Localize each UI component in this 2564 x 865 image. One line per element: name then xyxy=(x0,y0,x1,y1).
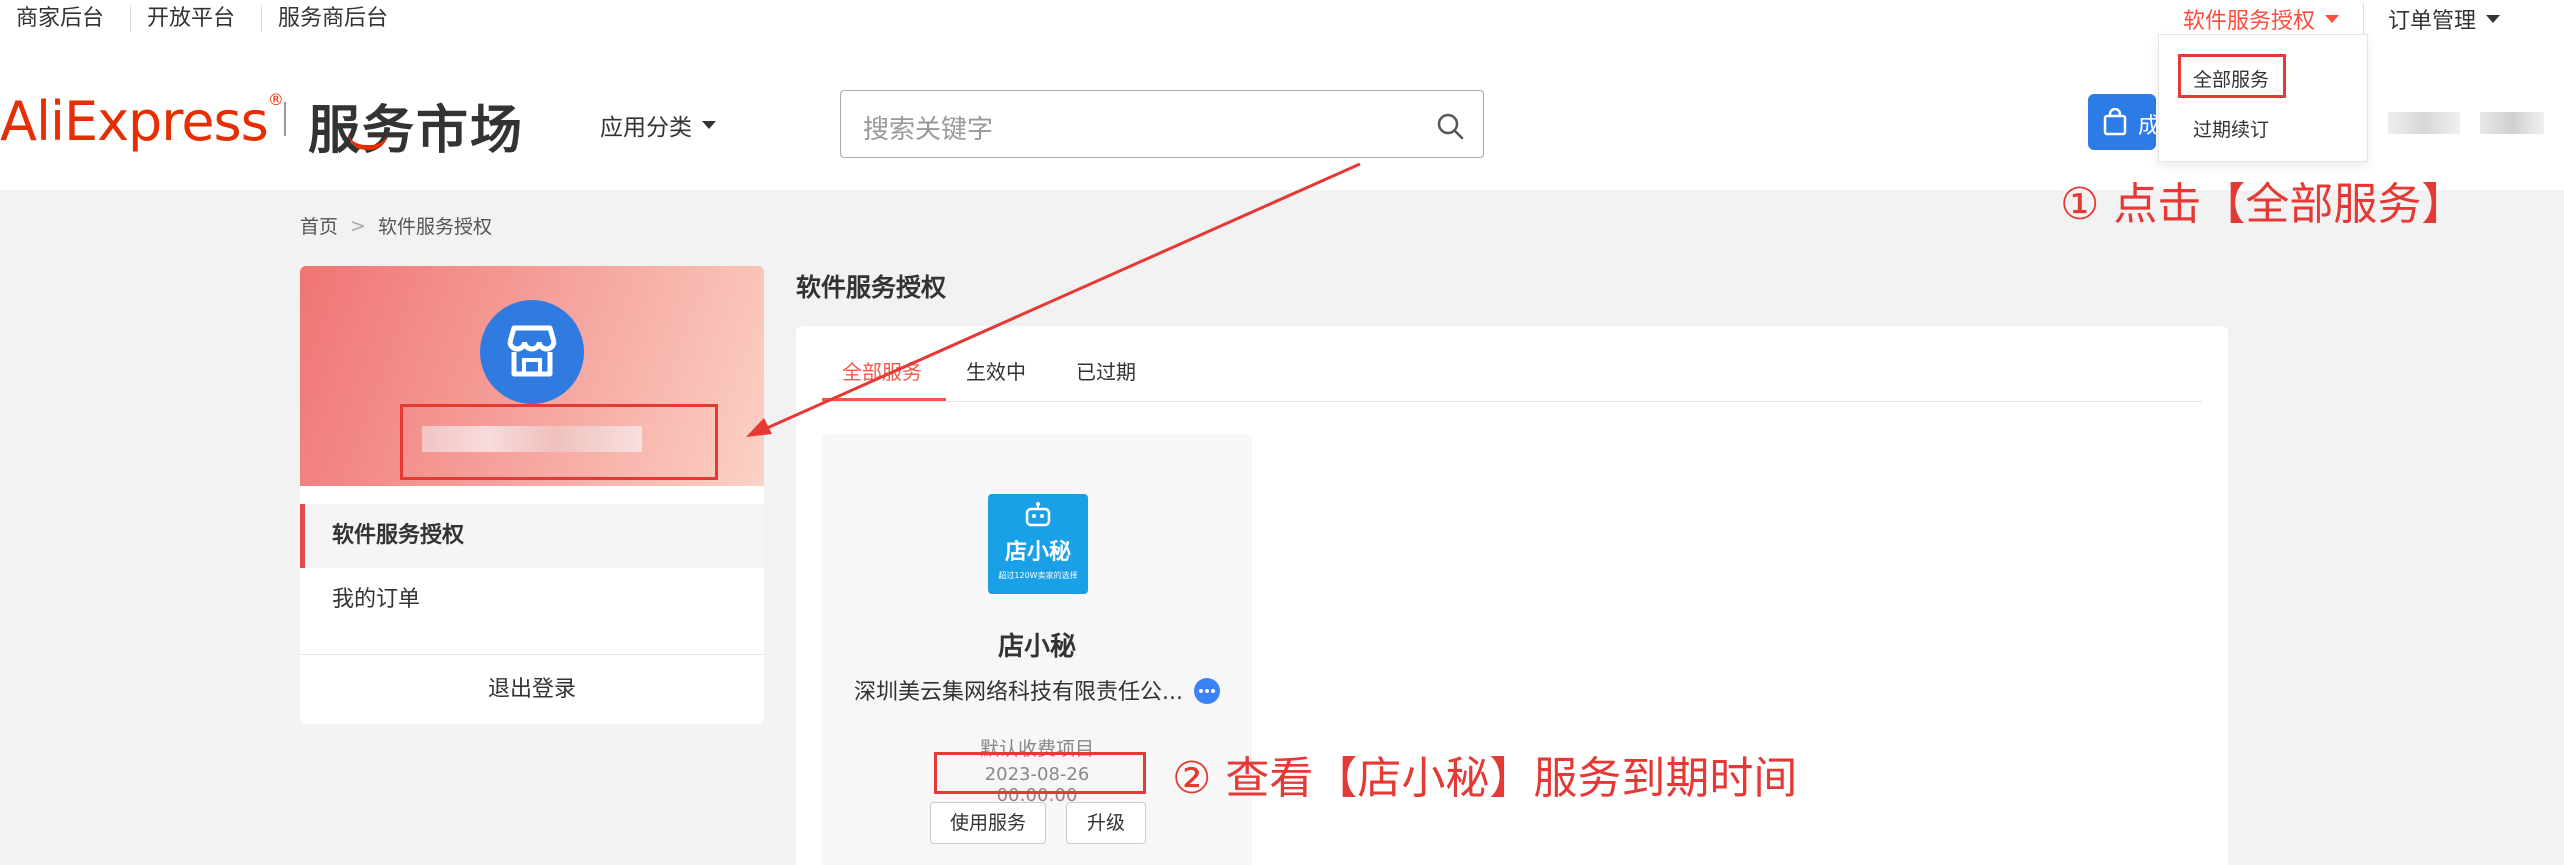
page-title: 软件服务授权 xyxy=(796,273,947,302)
order-management-menu-label: 订单管理 xyxy=(2387,9,2476,34)
caret-down-icon xyxy=(702,121,716,129)
search-icon[interactable] xyxy=(1435,111,1465,141)
search-input[interactable]: 搜索关键字 xyxy=(840,90,1484,158)
software-auth-menu[interactable]: 软件服务授权 xyxy=(2159,3,2364,35)
cta-label: 成 xyxy=(2138,114,2161,139)
shopping-bag-icon xyxy=(2103,108,2127,136)
dropdown-item-expired-renewal[interactable]: 过期续订 xyxy=(2193,115,2269,142)
aliexpress-logo[interactable]: AliExpress® xyxy=(0,90,284,153)
blurred-user-info xyxy=(2388,112,2460,134)
tab-active[interactable]: 生效中 xyxy=(966,356,1026,385)
top-bar: 商家后台 开放平台 服务商后台 软件服务授权 订单管理 xyxy=(0,0,2564,38)
cta-button[interactable]: 成 xyxy=(2088,94,2160,150)
upgrade-button[interactable]: 升级 xyxy=(1066,802,1146,844)
logo-divider xyxy=(284,102,286,136)
tab-expired[interactable]: 已过期 xyxy=(1076,356,1136,385)
tab-all-services[interactable]: 全部服务 xyxy=(842,356,922,385)
app-logo[interactable]: 店小秘 超过120W卖家的选择 xyxy=(988,494,1088,594)
software-auth-menu-label: 软件服务授权 xyxy=(2182,9,2315,34)
breadcrumb: 首页 > 软件服务授权 xyxy=(300,212,492,239)
chat-icon[interactable] xyxy=(1194,678,1220,704)
search-placeholder: 搜索关键字 xyxy=(863,115,994,145)
order-management-menu[interactable]: 订单管理 xyxy=(2364,3,2524,35)
highlight-expiry-time xyxy=(934,752,1146,794)
app-logo-subtext: 超过120W卖家的选择 xyxy=(998,571,1078,580)
logout-button[interactable]: 退出登录 xyxy=(300,660,764,720)
robot-icon xyxy=(1025,502,1051,527)
highlight-all-services xyxy=(2178,54,2286,98)
company-name: 深圳美云集网络科技有限责任公... xyxy=(854,680,1183,705)
top-links: 商家后台 开放平台 服务商后台 xyxy=(0,0,414,38)
category-menu[interactable]: 应用分类 xyxy=(600,108,716,142)
category-menu-label: 应用分类 xyxy=(600,115,692,141)
sidebar-divider xyxy=(300,654,764,655)
caret-down-icon xyxy=(2324,15,2339,23)
app-name: 店小秘 xyxy=(997,632,1076,662)
chevron-right-icon: > xyxy=(350,214,366,237)
sidebar-item-my-orders[interactable]: 我的订单 xyxy=(300,568,764,632)
registered-mark: ® xyxy=(267,90,284,109)
top-right-menus: 软件服务授权 订单管理 xyxy=(2159,0,2524,38)
store-avatar xyxy=(480,300,584,404)
breadcrumb-current: 软件服务授权 xyxy=(377,216,492,238)
merchant-backend-link[interactable]: 商家后台 xyxy=(0,6,132,32)
provider-backend-link[interactable]: 服务商后台 xyxy=(262,6,414,32)
tabs: 全部服务 生效中 已过期 xyxy=(822,326,2202,402)
highlight-store-name xyxy=(400,404,718,480)
breadcrumb-home[interactable]: 首页 xyxy=(300,212,338,239)
store-icon xyxy=(507,325,557,377)
annotation-step-1: ① 点击【全部服务】 xyxy=(2060,179,2466,230)
service-market-logo[interactable]: 服务市场 xyxy=(308,88,524,163)
app-logo-text: 店小秘 xyxy=(1004,540,1071,565)
aliexpress-logo-text: AliExpress xyxy=(0,90,269,153)
sidebar: 软件服务授权 我的订单 退出登录 xyxy=(300,266,764,724)
use-service-button[interactable]: 使用服务 xyxy=(930,802,1046,844)
active-tab-underline xyxy=(822,398,946,401)
annotation-step-2: ② 查看【店小秘】服务到期时间 xyxy=(1172,753,1798,804)
sidebar-item-software-auth[interactable]: 软件服务授权 xyxy=(300,504,764,568)
open-platform-link[interactable]: 开放平台 xyxy=(131,6,263,32)
blurred-user-info xyxy=(2480,112,2544,134)
caret-down-icon xyxy=(2486,15,2500,23)
